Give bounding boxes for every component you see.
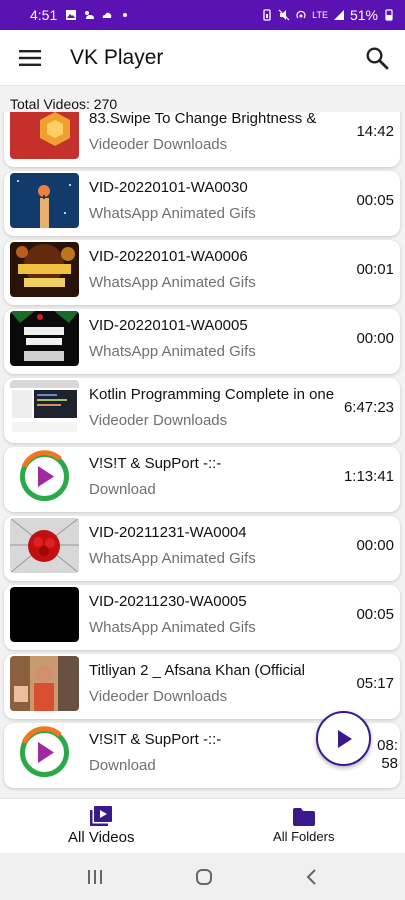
video-folder: WhatsApp Animated Gifs xyxy=(89,274,256,291)
notification-icons xyxy=(65,9,131,21)
video-title: Kotlin Programming Complete in one xyxy=(89,386,335,403)
video-item[interactable]: Kotlin Programming Complete in one Video… xyxy=(4,378,400,443)
video-title: VID-20220101-WA0006 xyxy=(89,248,248,265)
video-thumbnail xyxy=(10,587,79,642)
video-duration: 05:17 xyxy=(356,675,394,692)
video-item[interactable]: VID-20220101-WA0006 WhatsApp Animated Gi… xyxy=(4,240,400,305)
video-duration: 00:05 xyxy=(356,606,394,623)
video-thumbnail xyxy=(10,449,79,504)
video-item[interactable]: 83.Swipe To Change Brightness & Videoder… xyxy=(4,112,400,167)
video-folder: Download xyxy=(89,481,156,498)
video-duration: 08:58 xyxy=(377,737,398,772)
app-title: VK Player xyxy=(70,45,164,69)
video-item[interactable]: Titliyan 2 _ Afsana Khan (Official Video… xyxy=(4,654,400,719)
video-title: VID-20220101-WA0030 xyxy=(89,179,248,196)
video-folder: Download xyxy=(89,757,156,774)
hotspot-icon xyxy=(296,10,306,19)
video-item[interactable]: VID-20211231-WA0004 WhatsApp Animated Gi… xyxy=(4,516,400,581)
system-navigation-bar xyxy=(0,853,405,900)
video-thumbnail xyxy=(10,173,79,228)
video-item[interactable]: VID-20220101-WA0005 WhatsApp Animated Gi… xyxy=(4,309,400,374)
nav-all-folders[interactable]: All Folders xyxy=(203,799,405,853)
video-duration: 14:42 xyxy=(356,123,394,140)
video-title: VID-20211230-WA0005 xyxy=(89,593,247,610)
cloud-icon xyxy=(103,12,112,18)
video-library-icon xyxy=(90,806,113,826)
recent-apps-icon[interactable] xyxy=(86,869,104,885)
total-videos-count: Total Videos: 270 xyxy=(10,96,118,112)
battery-icon xyxy=(385,9,393,21)
video-title: VID-20220101-WA0005 xyxy=(89,317,248,334)
video-title: V!S!T & SupPort -::- xyxy=(89,731,222,748)
video-duration: 1:13:41 xyxy=(343,468,394,485)
menu-button[interactable] xyxy=(0,30,60,86)
video-folder: Videoder Downloads xyxy=(89,412,228,429)
status-bar: 4:51 LTE 51% xyxy=(0,0,405,30)
folder-icon xyxy=(292,808,315,826)
search-icon xyxy=(366,46,389,69)
video-item[interactable]: V!S!T & SupPort -::- Download 1:13:41 xyxy=(4,447,400,512)
video-folder: WhatsApp Animated Gifs xyxy=(89,343,256,360)
home-icon[interactable] xyxy=(195,868,213,886)
gallery-icon xyxy=(66,10,77,20)
status-time: 4:51 xyxy=(30,7,58,23)
video-duration: 00:00 xyxy=(356,537,394,554)
video-thumbnail xyxy=(10,725,79,780)
nav-label: All Folders xyxy=(273,829,335,844)
bottom-navigation: All Videos All Folders xyxy=(0,798,405,853)
video-list[interactable]: 83.Swipe To Change Brightness & Videoder… xyxy=(0,112,405,798)
video-title: Titliyan 2 _ Afsana Khan (Official xyxy=(89,662,305,679)
video-folder: WhatsApp Animated Gifs xyxy=(89,550,256,567)
system-icons: LTE 51% xyxy=(261,7,395,23)
hamburger-menu-icon xyxy=(19,49,41,66)
dot-icon xyxy=(123,13,128,17)
video-duration: 6:47:23 xyxy=(343,399,394,416)
video-folder: WhatsApp Animated Gifs xyxy=(89,205,256,222)
weather-icon xyxy=(85,11,95,19)
search-button[interactable] xyxy=(349,30,405,86)
video-duration: 00:05 xyxy=(356,192,394,209)
play-fab-button[interactable] xyxy=(316,711,371,766)
mute-icon xyxy=(278,9,290,21)
video-title: V!S!T & SupPort -::- xyxy=(89,455,222,472)
video-duration: 00:01 xyxy=(356,261,394,278)
signal-icon xyxy=(333,10,344,20)
battery-saver-icon xyxy=(263,9,271,21)
video-thumbnail xyxy=(10,380,79,435)
video-folder: Videoder Downloads xyxy=(89,136,228,153)
video-duration: 00:00 xyxy=(356,330,394,347)
video-item[interactable]: VID-20220101-WA0030 WhatsApp Animated Gi… xyxy=(4,171,400,236)
video-thumbnail xyxy=(10,518,79,573)
video-item[interactable]: VID-20211230-WA0005 WhatsApp Animated Gi… xyxy=(4,585,400,650)
back-icon[interactable] xyxy=(305,868,319,886)
video-thumbnail xyxy=(10,112,79,159)
video-title: VID-20211231-WA0004 xyxy=(89,524,247,541)
nav-label: All Videos xyxy=(68,829,135,846)
video-title: 83.Swipe To Change Brightness & xyxy=(89,112,317,127)
battery-percent: 51% xyxy=(349,7,378,23)
video-folder: Videoder Downloads xyxy=(89,688,228,705)
video-folder: WhatsApp Animated Gifs xyxy=(89,619,256,636)
video-thumbnail xyxy=(10,311,79,366)
video-thumbnail xyxy=(10,656,79,711)
app-bar: VK Player xyxy=(0,30,405,86)
play-icon xyxy=(337,729,352,748)
network-type: LTE xyxy=(312,9,328,20)
nav-all-videos[interactable]: All Videos xyxy=(0,799,203,853)
video-thumbnail xyxy=(10,242,79,297)
